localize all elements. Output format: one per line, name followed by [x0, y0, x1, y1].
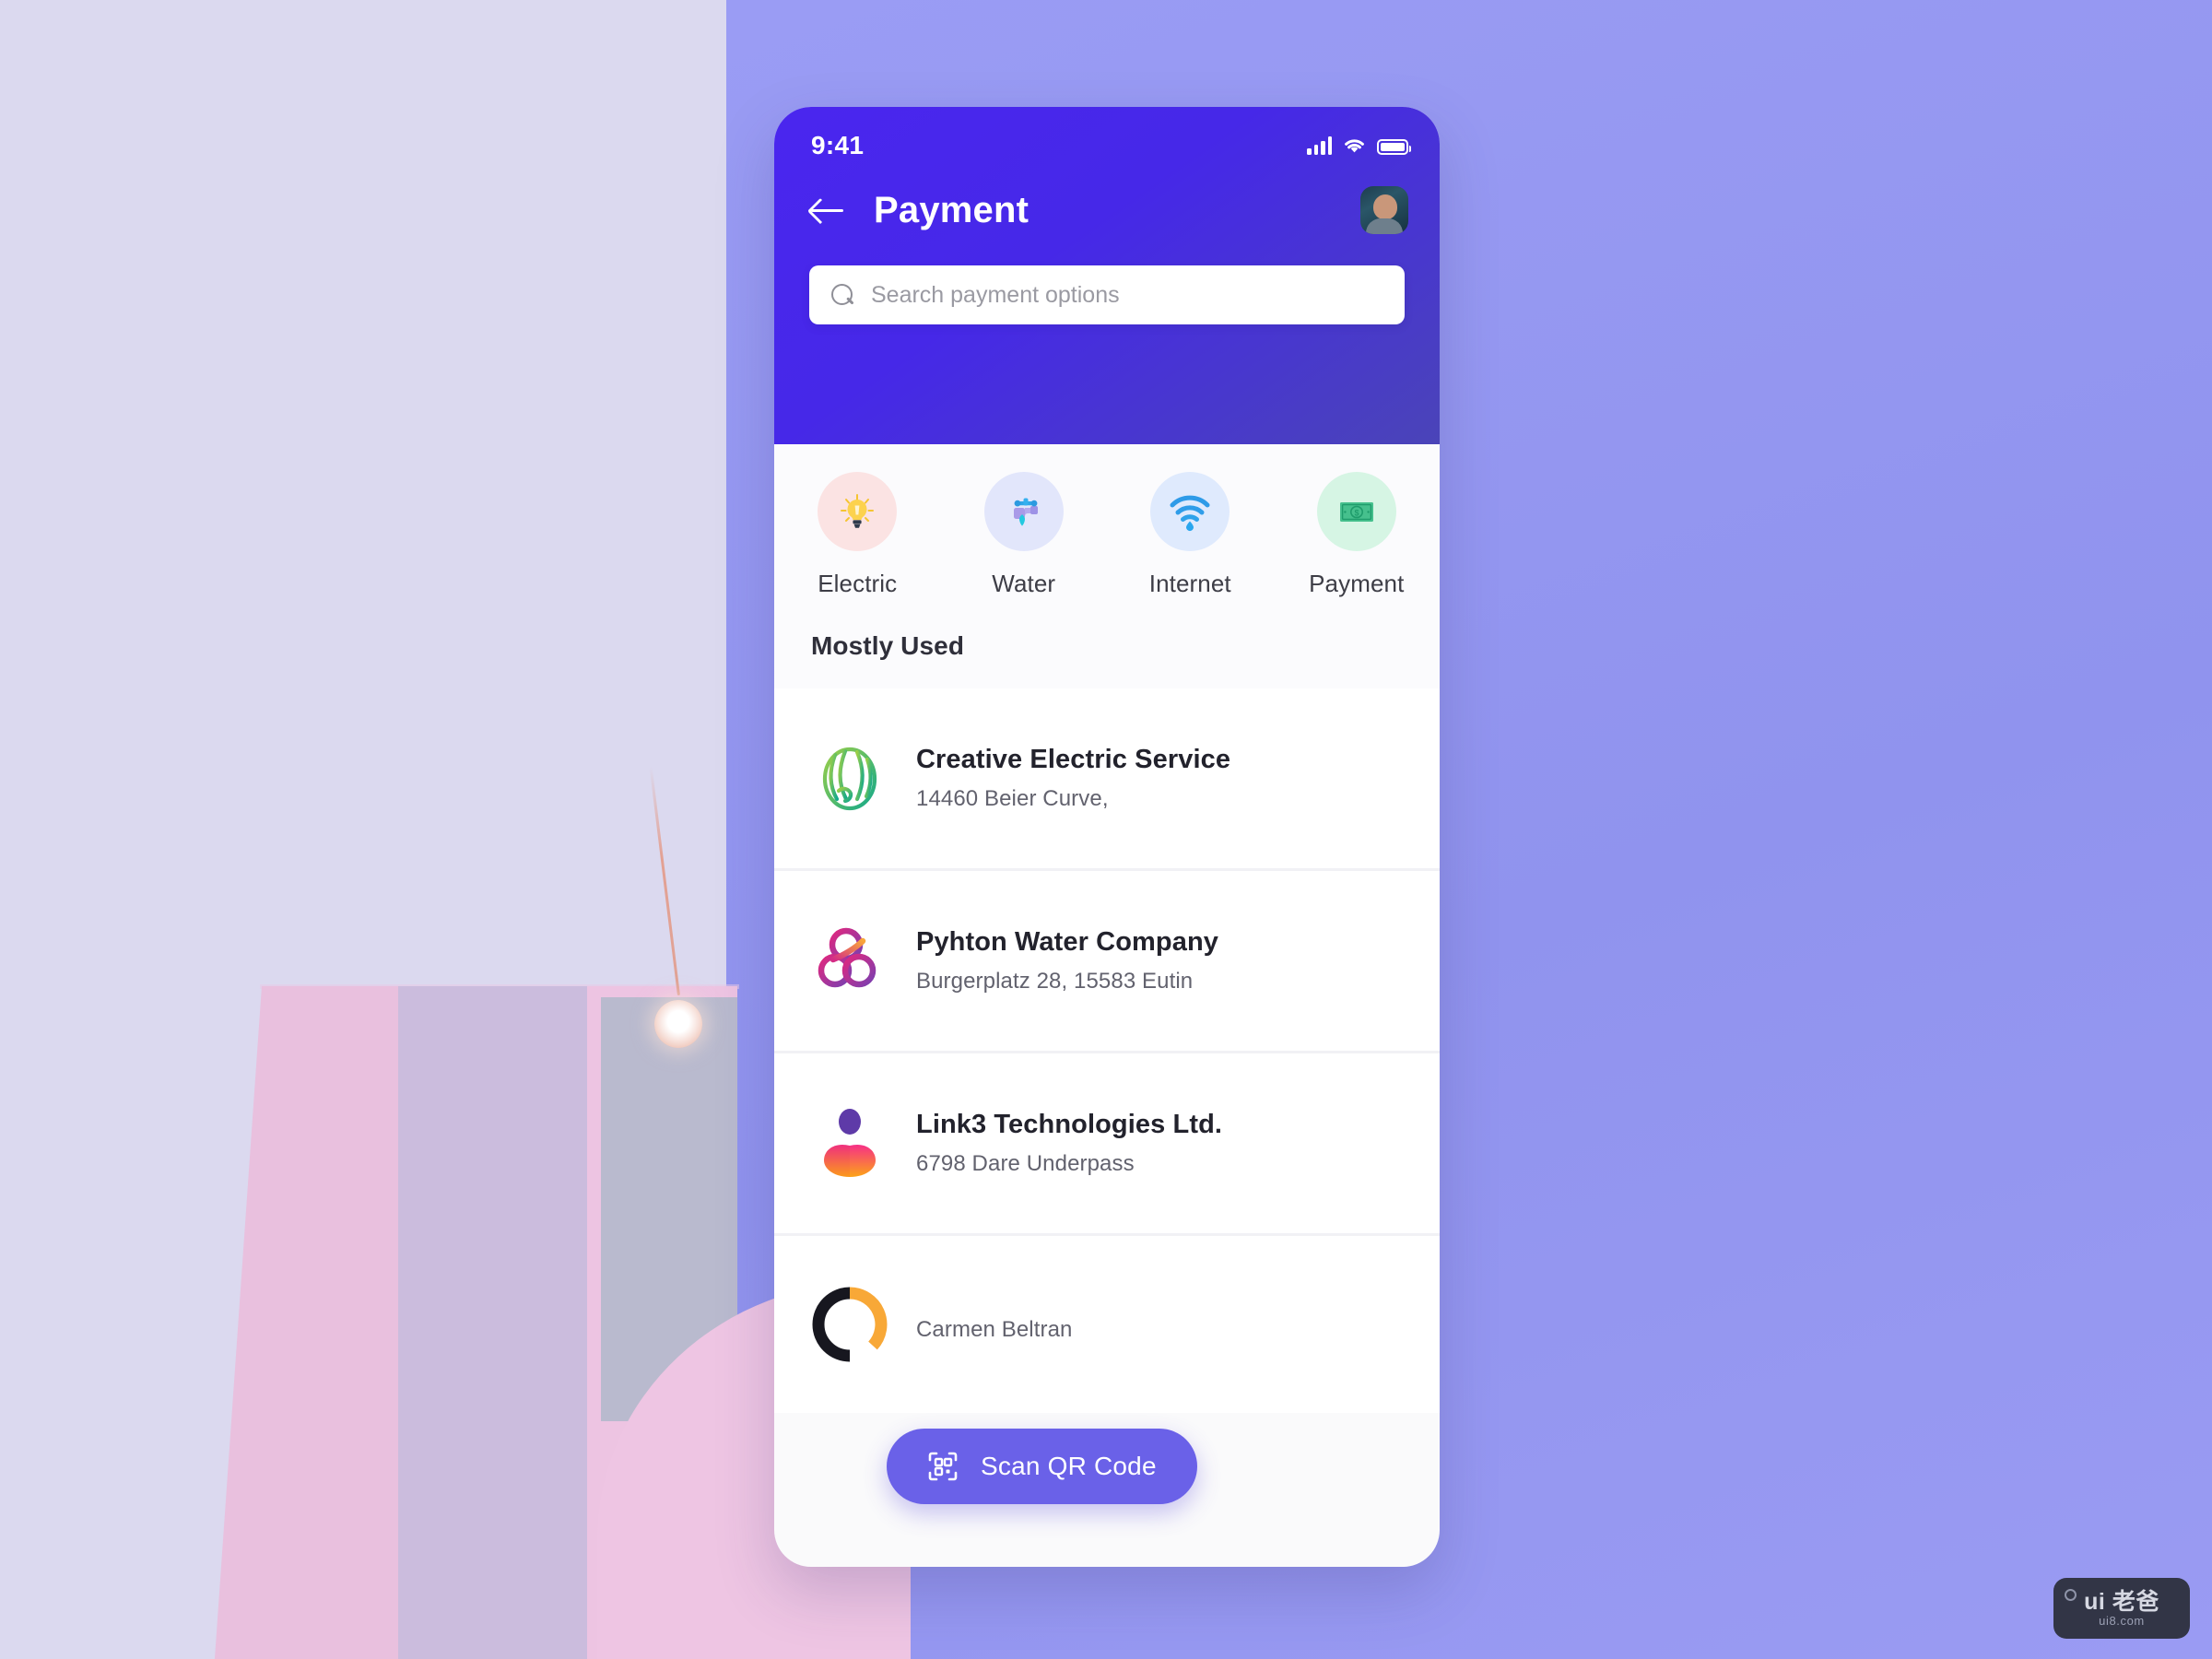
category-icon-bg	[1150, 472, 1230, 551]
scan-qr-code-label: Scan QR Code	[981, 1452, 1157, 1480]
category-label: Payment	[1309, 570, 1405, 597]
category-icon-bg: $	[1316, 472, 1396, 551]
lightbulb-icon	[841, 494, 875, 528]
nav-row: Payment	[774, 160, 1440, 234]
category-water[interactable]: Water	[955, 472, 1093, 598]
watermark-dot-icon	[2065, 1589, 2077, 1601]
room-wall-mid	[398, 986, 587, 1659]
purple-orange-lotus-logo	[811, 1105, 888, 1182]
list-item-subtitle: 14460 Beier Curve,	[916, 786, 1109, 811]
category-icon-bg	[983, 472, 1064, 551]
list-item-subtitle: 6798 Dare Underpass	[916, 1151, 1135, 1176]
money-bill-icon: $	[1339, 502, 1373, 522]
phone-mockup: 9:41 Payment Search payment options Elec…	[774, 107, 1440, 1567]
category-label: Electric	[818, 570, 898, 597]
category-internet[interactable]: Internet	[1121, 472, 1259, 598]
search-input[interactable]	[871, 281, 1382, 309]
status-icons	[1307, 136, 1411, 155]
list-item-subtitle: Burgerplatz 28, 15583 Eutin	[916, 969, 1194, 994]
watermark-sub-text: ui8.com	[2099, 1613, 2145, 1628]
payment-list: Creative Electric Service 14460 Beier Cu…	[774, 688, 1440, 1413]
wifi-icon	[1345, 139, 1364, 153]
list-item-text: Creative Electric Service 14460 Beier Cu…	[916, 745, 1230, 812]
category-payment[interactable]: $ Payment	[1288, 472, 1426, 598]
status-clock: 9:41	[811, 131, 865, 159]
list-item[interactable]: Creative Electric Service 14460 Beier Cu…	[774, 688, 1440, 868]
list-item-title: Pyhton Water Company	[916, 927, 1219, 957]
category-label: Water	[992, 570, 1056, 597]
user-avatar[interactable]	[1360, 186, 1408, 234]
scan-qr-code-button[interactable]: Scan QR Code	[887, 1429, 1197, 1504]
pendant-lamp-bulb-icon	[654, 1000, 702, 1048]
category-shortcuts: Electric Water Internet $ Payment	[774, 444, 1440, 624]
battery-full-icon	[1377, 139, 1411, 155]
section-header: Mostly Used	[774, 624, 1440, 688]
list-item[interactable]: Carmen Beltran	[774, 1236, 1440, 1413]
background-room-illustration	[0, 977, 911, 1659]
section-title: Mostly Used	[811, 631, 965, 660]
pink-trefoil-knot-logo	[811, 923, 888, 1000]
category-electric[interactable]: Electric	[788, 472, 926, 598]
ui8-watermark: ui 老爸 ui8.com	[2053, 1578, 2190, 1639]
qr-code-icon	[928, 1452, 958, 1481]
wifi-icon	[1170, 495, 1210, 532]
back-arrow-icon[interactable]	[811, 196, 846, 224]
list-item-text: Carmen Beltran	[916, 1306, 1072, 1343]
list-item-title: Link3 Technologies Ltd.	[916, 1110, 1223, 1139]
list-item-title: Creative Electric Service	[916, 745, 1231, 774]
faucet-icon	[1013, 498, 1038, 526]
list-item-subtitle: Carmen Beltran	[916, 1317, 1073, 1342]
list-item[interactable]: Link3 Technologies Ltd. 6798 Dare Underp…	[774, 1053, 1440, 1233]
page-title: Payment	[874, 189, 1030, 230]
search-icon	[831, 283, 854, 307]
green-leaf-sphere-logo	[811, 740, 888, 818]
list-item-text: Pyhton Water Company Burgerplatz 28, 155…	[916, 927, 1218, 994]
black-orange-ring-logo	[811, 1286, 888, 1363]
list-item[interactable]: Pyhton Water Company Burgerplatz 28, 155…	[774, 871, 1440, 1051]
status-bar: 9:41	[774, 107, 1440, 160]
category-icon-bg	[818, 472, 898, 551]
svg-text:$: $	[1354, 508, 1359, 517]
watermark-main-text: ui 老爸	[2084, 1588, 2159, 1615]
search-bar[interactable]	[809, 265, 1405, 324]
app-header: 9:41 Payment	[774, 107, 1440, 444]
category-label: Internet	[1148, 570, 1231, 597]
list-item-text: Link3 Technologies Ltd. 6798 Dare Underp…	[916, 1110, 1222, 1177]
signal-bars-icon	[1307, 136, 1332, 155]
